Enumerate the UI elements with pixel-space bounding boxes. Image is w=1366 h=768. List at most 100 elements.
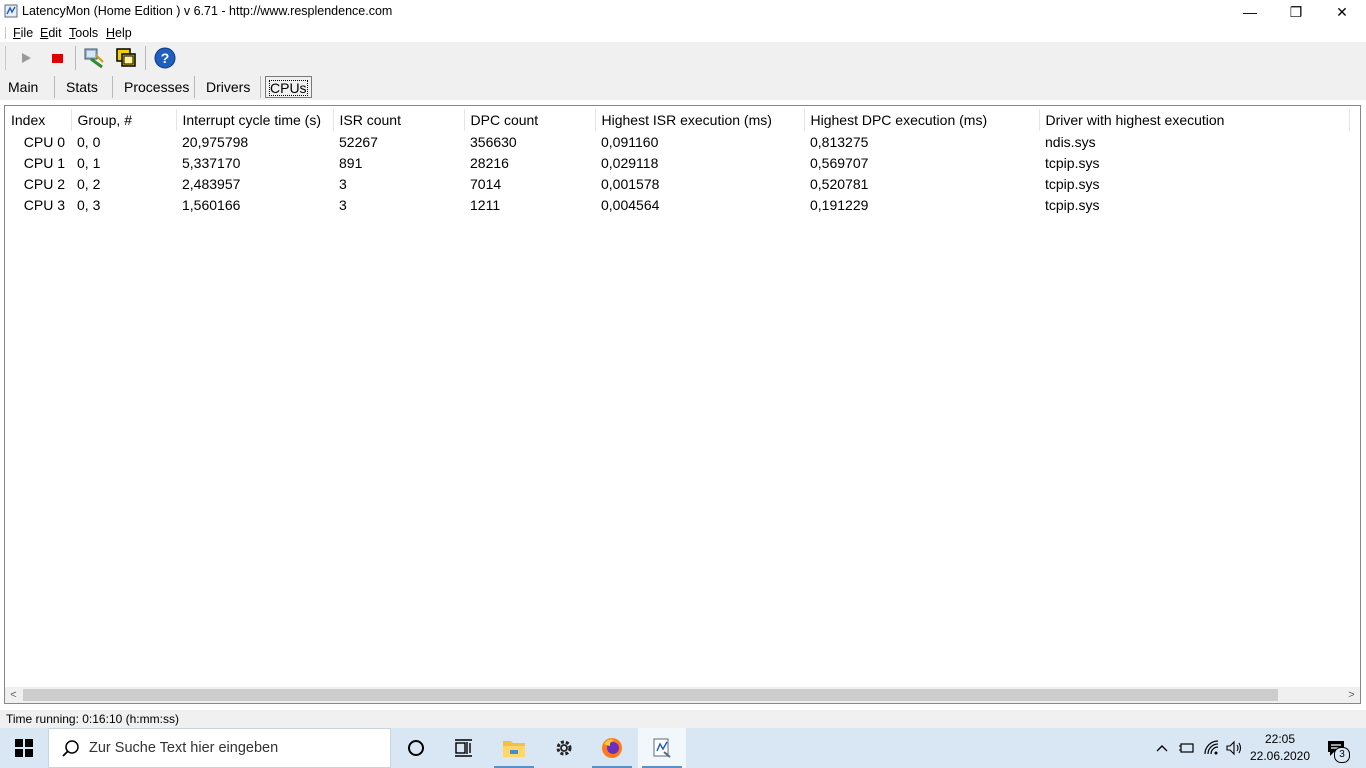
cell-dpc-count: 7014 [470, 175, 502, 192]
windows-logo-icon [15, 739, 33, 757]
column-header-driver[interactable]: Driver with highest execution [1039, 109, 1350, 131]
cell-isr-count: 3 [339, 196, 347, 213]
taskbar-clock[interactable]: 22:05 22.06.2020 [1246, 731, 1314, 765]
menu-help[interactable]: Help [106, 26, 132, 40]
taskbar-latencymon[interactable] [638, 728, 686, 768]
stop-monitor-button[interactable] [44, 45, 70, 71]
notification-count-badge: 3 [1334, 747, 1350, 763]
clock-date: 22.06.2020 [1249, 749, 1311, 763]
taskbar-firefox[interactable] [588, 728, 636, 768]
tab-stats[interactable]: Stats [66, 76, 98, 98]
column-header-isr-count[interactable]: ISR count [333, 109, 465, 131]
stop-icon [52, 54, 63, 63]
table-row[interactable]: CPU 2 0, 2 2,483957 3 7014 0,001578 0,52… [5, 173, 1349, 194]
menu-bar: File Edit Tools Help [0, 24, 1366, 42]
task-view-button[interactable] [440, 728, 488, 768]
taskbar-settings[interactable] [540, 728, 588, 768]
column-header-index[interactable]: Index [5, 109, 72, 131]
minimize-button[interactable]: — [1227, 0, 1273, 24]
column-header-interrupt-cycle-time[interactable]: Interrupt cycle time (s) [176, 109, 334, 131]
cell-isr-count: 3 [339, 175, 347, 192]
wifi-icon[interactable] [1202, 738, 1222, 758]
tab-drivers[interactable]: Drivers [206, 76, 250, 98]
volume-icon[interactable] [1225, 738, 1245, 758]
tab-main[interactable]: Main [8, 76, 38, 98]
action-center-button[interactable]: 3 [1316, 728, 1356, 768]
search-icon [62, 740, 79, 757]
cell-interrupt-cycle-time: 1,560166 [182, 196, 241, 213]
menu-tools[interactable]: Tools [69, 26, 98, 40]
scrollbar-thumb[interactable] [23, 689, 1278, 701]
cell-highest-isr: 0,091160 [601, 133, 659, 150]
tab-bar: Main Stats Processes Drivers CPUs [0, 74, 1366, 100]
play-icon [22, 53, 31, 63]
cell-highest-dpc: 0,813275 [810, 133, 869, 150]
cell-isr-count: 52267 [339, 133, 378, 150]
toolbar-separator [75, 46, 76, 70]
battery-plug-icon[interactable] [1177, 738, 1197, 758]
title-bar[interactable]: LatencyMon (Home Edition ) v 6.71 - http… [0, 0, 1366, 24]
tab-processes[interactable]: Processes [124, 76, 189, 98]
settings-icon [556, 740, 572, 756]
cell-index: CPU 1 [23, 154, 65, 171]
cell-driver: tcpip.sys [1045, 154, 1100, 171]
tab-separator [112, 76, 113, 98]
cell-driver: tcpip.sys [1045, 196, 1100, 213]
cell-index: CPU 3 [23, 196, 65, 213]
cell-dpc-count: 1211 [470, 196, 501, 213]
window-title: LatencyMon (Home Edition ) v 6.71 - http… [22, 4, 393, 18]
cell-isr-count: 891 [339, 154, 363, 171]
cell-highest-dpc: 0,520781 [810, 175, 869, 192]
tab-separator [260, 76, 261, 98]
column-header-dpc-count[interactable]: DPC count [464, 109, 596, 131]
column-header-highest-dpc[interactable]: Highest DPC execution (ms) [804, 109, 1040, 131]
cpu-view-button[interactable] [113, 45, 139, 71]
table-header-row: Index Group, # Interrupt cycle time (s) … [5, 109, 1350, 131]
tab-cpus[interactable]: CPUs [265, 76, 312, 98]
tray-show-hidden-icon[interactable] [1152, 738, 1172, 758]
cpu-windows-icon [116, 48, 136, 67]
close-button[interactable]: ✕ [1319, 0, 1365, 24]
cell-highest-dpc: 0,569707 [810, 154, 869, 171]
cell-highest-isr: 0,029118 [601, 154, 659, 171]
menu-file[interactable]: File [13, 26, 33, 40]
cell-driver: tcpip.sys [1045, 175, 1100, 192]
horizontal-scrollbar[interactable]: < > [5, 687, 1360, 703]
menu-edit[interactable]: Edit [40, 26, 62, 40]
search-placeholder: Zur Suche Text hier eingeben [89, 740, 279, 756]
restore-button[interactable]: ❐ [1273, 0, 1319, 24]
help-button[interactable]: ? [152, 45, 178, 71]
cell-highest-dpc: 0,191229 [810, 196, 869, 213]
tab-separator [54, 76, 55, 98]
column-header-group[interactable]: Group, # [71, 109, 177, 131]
cell-dpc-count: 356630 [470, 133, 517, 150]
cpu-list-view[interactable]: Index Group, # Interrupt cycle time (s) … [4, 105, 1361, 704]
start-button[interactable] [0, 728, 48, 768]
firefox-icon [602, 738, 622, 758]
table-row[interactable]: CPU 0 0, 0 20,975798 52267 356630 0,0911… [5, 131, 1349, 152]
cell-group: 0, 2 [77, 175, 101, 192]
toolbar: ? [0, 42, 1366, 74]
cell-highest-isr: 0,004564 [601, 196, 660, 213]
tab-cpus-label: CPUs [269, 80, 308, 96]
hardware-icon [84, 48, 104, 69]
taskbar-search-box[interactable]: Zur Suche Text hier eingeben [48, 728, 391, 768]
cell-interrupt-cycle-time: 2,483957 [182, 175, 241, 192]
hardware-info-button[interactable] [81, 45, 107, 71]
scroll-left-arrow-icon[interactable]: < [5, 687, 22, 703]
scroll-right-arrow-icon[interactable]: > [1343, 687, 1360, 703]
cell-group: 0, 3 [77, 196, 101, 213]
cortana-button[interactable] [392, 728, 440, 768]
table-row[interactable]: CPU 3 0, 3 1,560166 3 1211 0,004564 0,19… [5, 194, 1349, 215]
column-header-highest-isr[interactable]: Highest ISR execution (ms) [595, 109, 805, 131]
cortana-icon [408, 740, 424, 756]
start-monitor-button[interactable] [13, 45, 39, 71]
cpu-table: Index Group, # Interrupt cycle time (s) … [5, 109, 1350, 215]
taskbar: Zur Suche Text hier eingeben 22:05 22.06… [0, 728, 1366, 768]
cell-index: CPU 2 [23, 175, 65, 192]
taskbar-file-explorer[interactable] [490, 728, 538, 768]
toolbar-grip [5, 46, 6, 70]
help-icon: ? [154, 47, 176, 69]
task-view-icon [455, 739, 472, 757]
table-row[interactable]: CPU 1 0, 1 5,337170 891 28216 0,029118 0… [5, 152, 1349, 173]
